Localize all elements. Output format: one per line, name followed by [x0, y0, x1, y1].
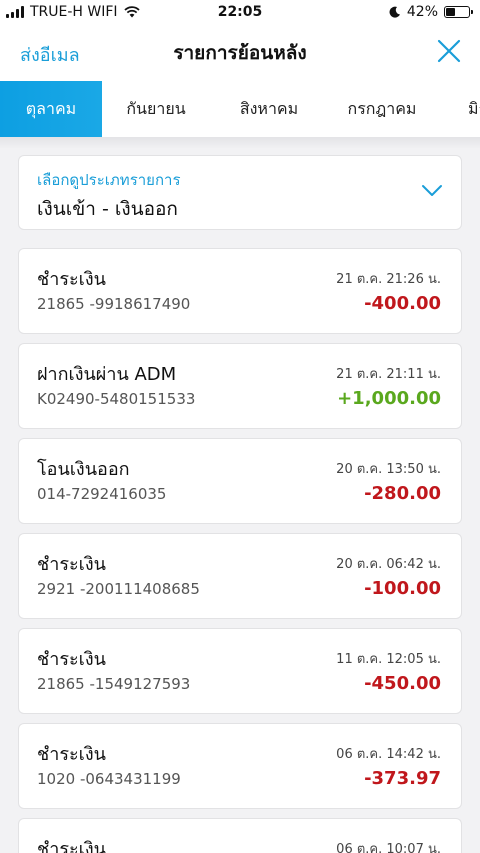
moon-icon: [389, 6, 400, 18]
transaction-date: 06 ต.ค. 10:07 น.: [336, 842, 441, 853]
battery-percent: 42%: [406, 4, 438, 20]
transaction-type-dropdown[interactable]: เลือกดูประเภทรายการ เงินเข้า - เงินออก: [18, 155, 462, 230]
transaction-amount: -373.97: [364, 768, 441, 789]
transaction-title: ฝากเงินผ่าน ADM: [37, 364, 177, 385]
transaction-item[interactable]: ชำระเงิน 1020 -0643431199 06 ต.ค. 14:42 …: [18, 723, 462, 809]
transaction-reference: 21865 -1549127593: [37, 675, 191, 693]
transaction-date: 21 ต.ค. 21:26 น.: [336, 272, 441, 287]
header: ส่งอีเมล รายการย้อนหลัง: [0, 26, 480, 81]
dropdown-value: เงินเข้า - เงินออก: [37, 198, 178, 220]
transaction-date: 20 ต.ค. 06:42 น.: [336, 557, 441, 572]
transaction-reference: 21865 -9918617490: [37, 295, 191, 313]
transaction-date: 11 ต.ค. 12:05 น.: [336, 652, 441, 667]
status-right: 42%: [389, 4, 473, 20]
transaction-title: ชำระเงิน: [37, 839, 106, 853]
transaction-item[interactable]: ชำระเงิน 2921 -200111408685 20 ต.ค. 06:4…: [18, 533, 462, 619]
tab-august[interactable]: สิงหาคม: [210, 81, 328, 137]
page-title: รายการย้อนหลัง: [173, 42, 307, 64]
transaction-title: ชำระเงิน: [37, 649, 106, 670]
transaction-reference: 2921 -200111408685: [37, 580, 200, 598]
transaction-date: 06 ต.ค. 14:42 น.: [336, 747, 441, 762]
transaction-title: โอนเงินออก: [37, 459, 130, 480]
transaction-item[interactable]: ชำระเงิน 21865 -1549127593 11 ต.ค. 12:05…: [18, 628, 462, 714]
month-tabs: ตุลาคม กันยายน สิงหาคม กรกฎาคม มิถุนายน: [0, 81, 480, 137]
transaction-amount: -100.00: [364, 578, 441, 599]
transaction-amount: -280.00: [364, 483, 441, 504]
transaction-date: 20 ต.ค. 13:50 น.: [336, 462, 441, 477]
status-bar: TRUE-H WIFI 22:05 42%: [0, 0, 480, 26]
transaction-title: ชำระเงิน: [37, 744, 106, 765]
transaction-title: ชำระเงิน: [37, 554, 106, 575]
transaction-item[interactable]: ฝากเงินผ่าน ADM K02490-5480151533 21 ต.ค…: [18, 343, 462, 429]
tab-july[interactable]: กรกฎาคม: [328, 81, 436, 137]
transaction-date: 21 ต.ค. 21:11 น.: [336, 367, 441, 382]
transaction-reference: K02490-5480151533: [37, 390, 196, 408]
tab-divider: [0, 137, 480, 149]
transaction-reference: 014-7292416035: [37, 485, 167, 503]
battery-level: [446, 8, 456, 16]
transaction-amount: -400.00: [364, 293, 441, 314]
transaction-amount: +1,000.00: [337, 388, 441, 409]
transaction-amount: -450.00: [364, 673, 441, 694]
close-icon[interactable]: [436, 38, 462, 64]
tab-june[interactable]: มิถุนายน: [436, 81, 480, 137]
transaction-item[interactable]: ชำระเงิน 21865 -9918617490 21 ต.ค. 21:26…: [18, 248, 462, 334]
transaction-title: ชำระเงิน: [37, 269, 106, 290]
chevron-down-icon: [422, 185, 442, 196]
battery-icon: [444, 6, 473, 18]
transaction-item[interactable]: โอนเงินออก 014-7292416035 20 ต.ค. 13:50 …: [18, 438, 462, 524]
tab-october[interactable]: ตุลาคม: [0, 81, 102, 137]
tab-september[interactable]: กันยายน: [102, 81, 210, 137]
dropdown-label: เลือกดูประเภทรายการ: [37, 171, 181, 189]
transaction-item[interactable]: ชำระเงิน 06 ต.ค. 10:07 น.: [18, 818, 462, 853]
transaction-reference: 1020 -0643431199: [37, 770, 181, 788]
